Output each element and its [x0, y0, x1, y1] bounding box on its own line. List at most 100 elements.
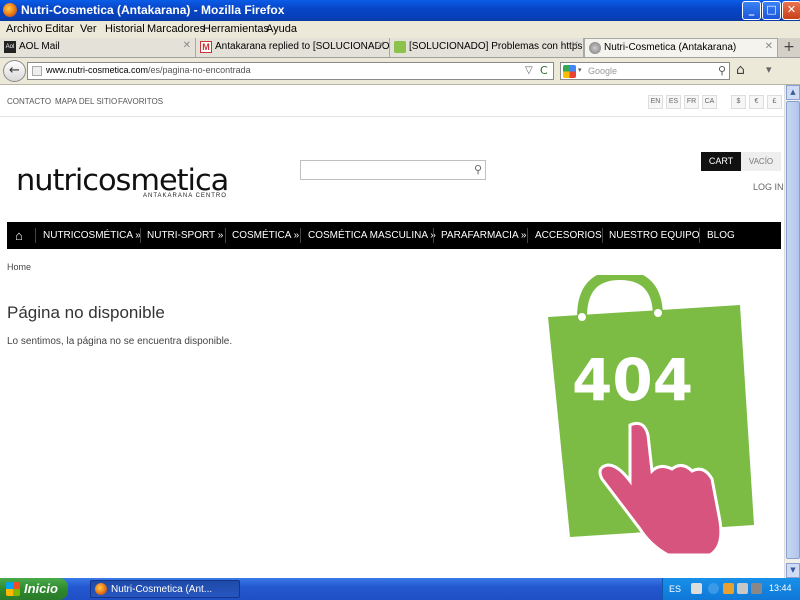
taskbar-window-button[interactable]: Nutri-Cosmetica (Ant... [90, 580, 240, 598]
currency-eur[interactable]: € [749, 95, 764, 109]
firefox-icon [3, 3, 17, 17]
bookmark-star-icon[interactable]: ▽ [525, 65, 533, 76]
login-link[interactable]: LOG IN [753, 182, 784, 192]
lang-en[interactable]: EN [648, 95, 663, 109]
home-icon[interactable]: ⌂ [15, 222, 23, 249]
minimize-button[interactable]: _ [742, 1, 761, 20]
nav-separator [699, 228, 700, 243]
network-icon[interactable] [708, 583, 719, 594]
menu-marcadores[interactable]: Marcadores [147, 23, 205, 35]
warning-icon[interactable] [723, 583, 734, 594]
security-icon[interactable] [751, 583, 762, 594]
scroll-up-icon[interactable]: ▲ [786, 85, 800, 100]
site-identity-icon[interactable] [32, 66, 42, 76]
contacto-link[interactable]: CONTACTO [7, 97, 51, 106]
nav-blog[interactable]: BLOG [707, 222, 735, 249]
site-search-input[interactable]: ⚲ [300, 160, 486, 180]
nav-nuestro-equipo[interactable]: NUESTRO EQUIPO [609, 222, 700, 249]
scroll-thumb[interactable] [786, 101, 800, 559]
nav-parafarmacia[interactable]: PARAFARMACIA » [441, 222, 526, 249]
system-tray: ES 13:44 [662, 578, 800, 600]
nav-cosmetica-masculina[interactable]: COSMÉTICA MASCULINA » [308, 222, 436, 249]
nav-separator [602, 228, 603, 243]
addon-menu-icon[interactable]: ▾ [766, 63, 772, 76]
menu-editar[interactable]: Editar [45, 23, 74, 35]
main-navigation: ⌂ NUTRICOSMÉTICA » NUTRI-SPORT » COSMÉTI… [7, 222, 781, 249]
start-label: Inicio [24, 581, 58, 596]
window-title: Nutri-Cosmetica (Antakarana) - Mozilla F… [21, 3, 285, 17]
maximize-button[interactable]: □ [762, 1, 781, 20]
bag-handle [577, 275, 663, 318]
language-indicator[interactable]: ES [669, 584, 681, 594]
search-bar[interactable]: ▾ Google ⚲ [560, 62, 730, 80]
windows-logo-icon [6, 582, 20, 596]
close-button[interactable]: ✕ [782, 1, 800, 20]
tab-gmail[interactable]: M Antakarana replied to [SOLUCIONADO] ..… [196, 38, 390, 57]
page-title: Página no disponible [7, 303, 165, 322]
url-path: /es/pagina-no-encontrada [148, 65, 251, 75]
bag-hole [578, 313, 586, 321]
nav-nutricosmetica[interactable]: NUTRICOSMÉTICA » [43, 222, 141, 249]
volume-icon[interactable] [737, 583, 748, 594]
nav-cosmetica[interactable]: COSMÉTICA » [232, 222, 299, 249]
logo-text: nutricosmetica [16, 163, 229, 197]
logo-subtitle: ANTAKARANA CENTRO [143, 193, 227, 199]
firefox-icon [95, 583, 107, 595]
new-tab-button[interactable]: + [778, 38, 800, 58]
start-button[interactable]: Inicio [0, 578, 68, 600]
nav-separator [140, 228, 141, 243]
tab-close-icon[interactable]: ✕ [183, 40, 191, 51]
tab-nutri-cosmetica[interactable]: Nutri-Cosmetica (Antakarana) ✕ [584, 38, 778, 57]
menu-historial[interactable]: Historial [105, 23, 145, 35]
lang-ca[interactable]: CA [702, 95, 717, 109]
url-host: www.nutri-cosmetica.com [46, 65, 149, 75]
search-icon[interactable]: ⚲ [474, 163, 482, 176]
search-engine-dropdown-icon[interactable]: ▾ [578, 66, 582, 74]
tab-label: AOL Mail [19, 41, 60, 52]
tab-close-icon[interactable]: ✕ [571, 40, 579, 51]
tab-close-icon[interactable]: ✕ [765, 41, 773, 52]
aol-icon: Aol [4, 41, 16, 53]
favoritos-link[interactable]: FAVORITOS [118, 97, 163, 106]
search-placeholder: Google [588, 66, 618, 76]
nav-accesorios[interactable]: ACCESORIOS [535, 222, 602, 249]
gmail-icon: M [200, 41, 212, 53]
site-top-nav: CONTACTO MAPA DEL SITIO FAVORITOS EN ES … [0, 85, 784, 117]
nav-nutri-sport[interactable]: NUTRI-SPORT » [147, 222, 223, 249]
title-bar: Nutri-Cosmetica (Antakarana) - Mozilla F… [0, 0, 800, 21]
tab-bar: Aol AOL Mail ✕ M Antakarana replied to [… [0, 38, 800, 58]
nav-separator [35, 228, 36, 243]
reload-icon[interactable]: C [540, 64, 548, 77]
error-message: Lo sentimos, la página no se encuentra d… [7, 336, 233, 347]
tab-close-icon[interactable]: ✕ [377, 40, 385, 51]
cart-button[interactable]: CART [701, 152, 741, 171]
tab-label: Antakarana replied to [SOLUCIONADO] ... [215, 41, 390, 52]
tab-label: Nutri-Cosmetica (Antakarana) [604, 42, 737, 53]
lang-fr[interactable]: FR [684, 95, 699, 109]
page-icon [589, 42, 601, 54]
error-code: 404 [572, 346, 693, 414]
taskbar: Inicio Nutri-Cosmetica (Ant... ES 13:44 [0, 578, 800, 600]
url-bar[interactable]: www.nutri-cosmetica.com/es/pagina-no-enc… [27, 62, 554, 80]
tab-aol-mail[interactable]: Aol AOL Mail ✕ [0, 38, 196, 57]
menu-ver[interactable]: Ver [80, 23, 97, 35]
clock[interactable]: 13:44 [769, 583, 792, 593]
menu-herramientas[interactable]: Herramientas [203, 23, 269, 35]
vertical-scrollbar[interactable]: ▲ ▼ [784, 85, 800, 578]
home-icon[interactable]: ⌂ [736, 62, 745, 78]
menu-ayuda[interactable]: Ayuda [266, 23, 297, 35]
mapa-del-sitio-link[interactable]: MAPA DEL SITIO [55, 97, 117, 106]
menu-archivo[interactable]: Archivo [6, 23, 43, 35]
lang-es[interactable]: ES [666, 95, 681, 109]
site-logo[interactable]: nutricosmetica ANTAKARANA CENTRO [16, 163, 248, 201]
breadcrumb[interactable]: Home [7, 262, 31, 272]
currency-usd[interactable]: $ [731, 95, 746, 109]
back-button[interactable]: ← [3, 60, 26, 82]
search-icon[interactable]: ⚲ [718, 64, 726, 77]
currency-gbp[interactable]: £ [767, 95, 782, 109]
keyboard-icon[interactable] [691, 583, 702, 594]
scroll-down-icon[interactable]: ▼ [786, 563, 800, 578]
tab-forum[interactable]: [SOLUCIONADO] Problemas con https - ... … [390, 38, 584, 57]
tab-label: [SOLUCIONADO] Problemas con https - ... [409, 41, 584, 52]
google-icon[interactable] [563, 65, 576, 78]
